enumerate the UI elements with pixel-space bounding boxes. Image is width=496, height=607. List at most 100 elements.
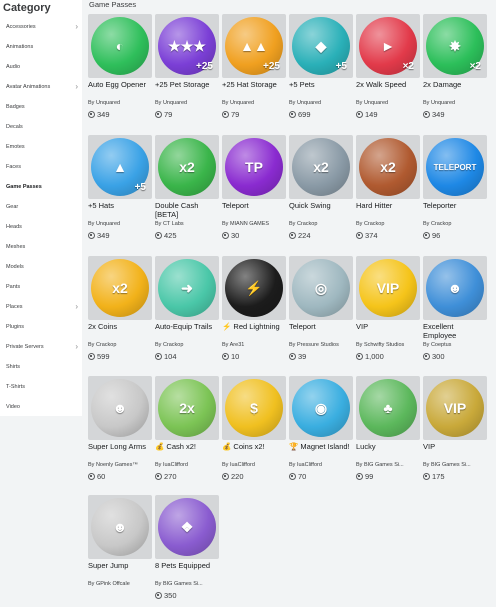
game-pass-card[interactable]: x2 Double Cash [BETA] By CT Labs 425 [155,135,219,247]
game-pass-thumbnail[interactable]: ▲▲ +25 [222,14,286,78]
game-pass-thumbnail[interactable]: ◆ +5 [289,14,353,78]
game-pass-thumbnail[interactable]: x2 [88,256,152,320]
sidebar-item-decals[interactable]: Decals [0,118,82,138]
game-pass-creator[interactable]: By IuaClifford [222,462,286,468]
game-pass-name[interactable]: Lucky [356,442,420,451]
game-pass-creator[interactable]: By Crackop [289,221,353,227]
game-pass-card[interactable]: VIP VIP By Schwifty Studios 1,000 [356,256,420,368]
game-pass-name[interactable]: +25 Hat Storage [222,80,286,89]
game-pass-card[interactable]: ♣ Lucky By BIG Games Si... 99 [356,376,420,488]
game-pass-creator[interactable]: By Crackop [155,342,219,348]
game-pass-card[interactable]: ☻ Super Jump By GPink Offcale [88,495,152,607]
game-pass-thumbnail[interactable]: ◉ [289,376,353,440]
game-pass-creator[interactable]: By Unquared [155,100,219,106]
game-pass-card[interactable]: ◎ Teleport By Pressure Studios 39 [289,256,353,368]
game-pass-name[interactable]: 2x Damage [423,80,487,89]
game-pass-card[interactable]: TELEPORT Teleporter By Crackop 96 [423,135,487,247]
game-pass-name[interactable]: Super Jump [88,561,152,570]
game-pass-creator[interactable]: By Noenly Games™ [88,462,152,468]
game-pass-creator[interactable]: By Crackop [88,342,152,348]
game-pass-creator[interactable]: By Coeptus [423,342,487,348]
sidebar-item-audio[interactable]: Audio [0,58,82,78]
game-pass-thumbnail[interactable]: ☻ [88,376,152,440]
game-pass-name[interactable]: Auto Egg Opener [88,80,152,89]
game-pass-thumbnail[interactable]: ► ×2 [356,14,420,78]
sidebar-item-places[interactable]: Places › [0,298,82,318]
game-pass-name[interactable]: 8 Pets Equipped [155,561,219,570]
game-pass-card[interactable]: ☻ Super Long Arms By Noenly Games™ 60 [88,376,152,488]
game-pass-creator[interactable]: By MIANN GAMES [222,221,286,227]
sidebar-item-meshes[interactable]: Meshes [0,238,82,258]
sidebar-item-avatar-animations[interactable]: Avatar Animations › [0,78,82,98]
sidebar-item-t-shirts[interactable]: T-Shirts [0,378,82,398]
game-pass-name[interactable]: VIP [423,442,487,451]
game-pass-thumbnail[interactable]: ☻ [423,256,487,320]
game-pass-thumbnail[interactable]: TELEPORT [423,135,487,199]
sidebar-item-faces[interactable]: Faces [0,158,82,178]
game-pass-creator[interactable]: By BIG Games Si... [155,581,219,587]
game-pass-creator[interactable]: By BIG Games Si... [356,462,420,468]
game-pass-thumbnail[interactable]: ➜ [155,256,219,320]
game-pass-name[interactable]: +5 Pets [289,80,353,89]
game-pass-creator[interactable]: By Unquared [423,100,487,106]
game-pass-name[interactable]: 💰 Coins x2! [222,442,286,451]
game-pass-card[interactable]: ☻ Excellent Employee By Coeptus 300 [423,256,487,368]
game-pass-name[interactable]: Teleport [289,322,353,331]
game-pass-card[interactable]: ★★★ +25 +25 Pet Storage By Unquared 79 [155,14,219,126]
game-pass-name[interactable]: 🏆 Magnet Island! [289,442,353,451]
game-pass-card[interactable]: 2x 💰 Cash x2! By IuaClifford 270 [155,376,219,488]
game-pass-name[interactable]: Auto-Equip Trails [155,322,219,331]
game-pass-card[interactable]: $ 💰 Coins x2! By IuaClifford 220 [222,376,286,488]
game-pass-name[interactable]: Teleport [222,201,286,210]
game-pass-card[interactable]: x2 Quick Swing By Crackop 224 [289,135,353,247]
game-pass-creator[interactable]: By Crackop [356,221,420,227]
game-pass-creator[interactable]: By Are31 [222,342,286,348]
game-pass-thumbnail[interactable]: ✸ ×2 [423,14,487,78]
game-pass-name[interactable]: VIP [356,322,420,331]
game-pass-name[interactable]: 2x Walk Speed [356,80,420,89]
game-pass-creator[interactable]: By BIG Games Si... [423,462,487,468]
sidebar-item-video[interactable]: Video [0,398,82,418]
game-pass-thumbnail[interactable]: TP [222,135,286,199]
game-pass-thumbnail[interactable]: ⚡ [222,256,286,320]
game-pass-card[interactable]: ❖ 8 Pets Equipped By BIG Games Si... 350 [155,495,219,607]
game-pass-card[interactable]: ⚡ ⚡ Red Lightning By Are31 10 [222,256,286,368]
sidebar-item-gear[interactable]: Gear [0,198,82,218]
game-pass-thumbnail[interactable]: ☻ [88,495,152,559]
game-pass-name[interactable]: Quick Swing [289,201,353,210]
game-pass-name[interactable]: Excellent Employee [423,322,487,340]
game-pass-card[interactable]: x2 2x Coins By Crackop 599 [88,256,152,368]
game-pass-creator[interactable]: By IuaClifford [289,462,353,468]
sidebar-item-heads[interactable]: Heads [0,218,82,238]
sidebar-item-badges[interactable]: Badges [0,98,82,118]
game-pass-card[interactable]: ◆ +5 +5 Pets By Unquared 699 [289,14,353,126]
game-pass-thumbnail[interactable]: ♣ [356,376,420,440]
game-pass-card[interactable]: ▲ +5 +5 Hats By Unquared 349 [88,135,152,247]
game-pass-card[interactable]: ► ×2 2x Walk Speed By Unquared 149 [356,14,420,126]
game-pass-name[interactable]: 2x Coins [88,322,152,331]
game-pass-thumbnail[interactable]: ★★★ +25 [155,14,219,78]
game-pass-creator[interactable]: By CT Labs [155,221,219,227]
game-pass-thumbnail[interactable]: VIP [356,256,420,320]
game-pass-creator[interactable]: By Unquared [88,221,152,227]
game-pass-card[interactable]: ✸ ×2 2x Damage By Unquared 349 [423,14,487,126]
game-pass-name[interactable]: ⚡ Red Lightning [222,322,286,331]
sidebar-item-plugins[interactable]: Plugins [0,318,82,338]
game-pass-thumbnail[interactable]: x2 [155,135,219,199]
game-pass-name[interactable]: +5 Hats [88,201,152,210]
game-pass-card[interactable]: TP Teleport By MIANN GAMES 30 [222,135,286,247]
game-pass-name[interactable]: Teleporter [423,201,487,210]
game-pass-name[interactable]: 💰 Cash x2! [155,442,219,451]
game-pass-thumbnail[interactable]: ◐ [88,14,152,78]
game-pass-thumbnail[interactable]: ▲ +5 [88,135,152,199]
game-pass-creator[interactable]: By Unquared [222,100,286,106]
game-pass-thumbnail[interactable]: 2x [155,376,219,440]
sidebar-item-accessories[interactable]: Accessories › [0,18,82,38]
game-pass-creator[interactable]: By Pressure Studios [289,342,353,348]
game-pass-card[interactable]: ◐ Auto Egg Opener By Unquared 349 [88,14,152,126]
sidebar-item-game-passes[interactable]: Game Passes [0,178,82,198]
game-pass-card[interactable]: x2 Hard Hitter By Crackop 374 [356,135,420,247]
game-pass-name[interactable]: Double Cash [BETA] [155,201,219,219]
game-pass-creator[interactable]: By Unquared [289,100,353,106]
sidebar-item-pants[interactable]: Pants [0,278,82,298]
